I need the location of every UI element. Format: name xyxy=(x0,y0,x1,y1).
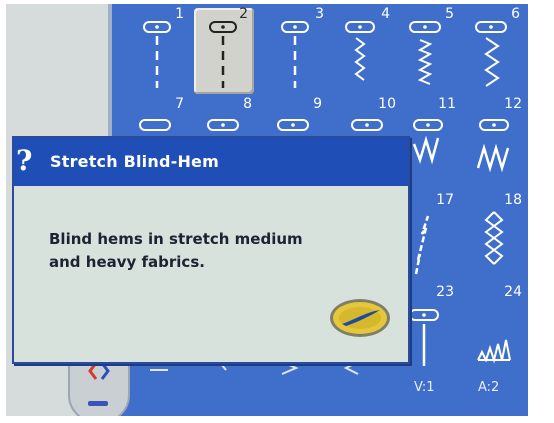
v-label: V:1 xyxy=(414,380,435,395)
stitch-12[interactable]: 12 xyxy=(472,96,528,188)
help-dialog: ? Stretch Blind-Hem Blind hems in stretc… xyxy=(12,136,410,364)
zigzag-stitch-icon xyxy=(412,119,443,165)
zigzag-stitch-icon xyxy=(476,119,510,173)
straight-stitch-icon xyxy=(143,21,171,88)
stitch-24[interactable]: 24 xyxy=(472,284,528,376)
straight-stitch-icon xyxy=(209,21,237,88)
stitch-1[interactable]: 1 xyxy=(134,6,190,98)
dialog-title: Stretch Blind-Hem xyxy=(50,152,219,171)
stitch-5[interactable]: 5 xyxy=(404,6,460,98)
a-label: A:2 xyxy=(478,380,500,395)
straight-stitch-icon xyxy=(409,309,439,366)
zigzag-stitch-icon xyxy=(475,21,507,87)
stitch-18[interactable]: 18 xyxy=(472,192,528,284)
confirm-swoosh-icon xyxy=(330,299,390,337)
dialog-message: Blind hems in stretch medium and heavy f… xyxy=(49,228,379,274)
help-icon: ? xyxy=(16,144,33,177)
stitch-23[interactable]: 23 xyxy=(404,284,460,376)
straight-stitch-icon xyxy=(281,21,309,88)
sewing-machine-screen: 1 2 3 4 5 6 7 8 9 10 11 12 17 18 23 24 V… xyxy=(6,4,528,416)
stitch-6[interactable]: 6 xyxy=(470,6,526,98)
stitch-3[interactable]: 3 xyxy=(274,6,330,98)
minus-icon[interactable] xyxy=(88,401,108,406)
stitch-11[interactable]: 11 xyxy=(406,96,462,188)
dialog-message-line: Blind hems in stretch medium xyxy=(49,230,303,248)
diamond-stitch-icon xyxy=(484,211,504,265)
ok-button[interactable] xyxy=(328,296,392,340)
dialog-header: ? Stretch Blind-Hem xyxy=(14,138,408,186)
overlock-stitch-icon xyxy=(477,339,511,364)
zigzag-stitch-icon xyxy=(409,21,441,85)
stitch-2[interactable]: 2 xyxy=(198,6,254,98)
stitch-17[interactable]: 17 xyxy=(404,192,460,284)
stitch-4[interactable]: 4 xyxy=(340,6,396,98)
zigzag-stitch-icon xyxy=(345,21,375,81)
dialog-message-line: and heavy fabrics. xyxy=(49,253,205,271)
blind-hem-stitch-icon xyxy=(414,215,430,275)
